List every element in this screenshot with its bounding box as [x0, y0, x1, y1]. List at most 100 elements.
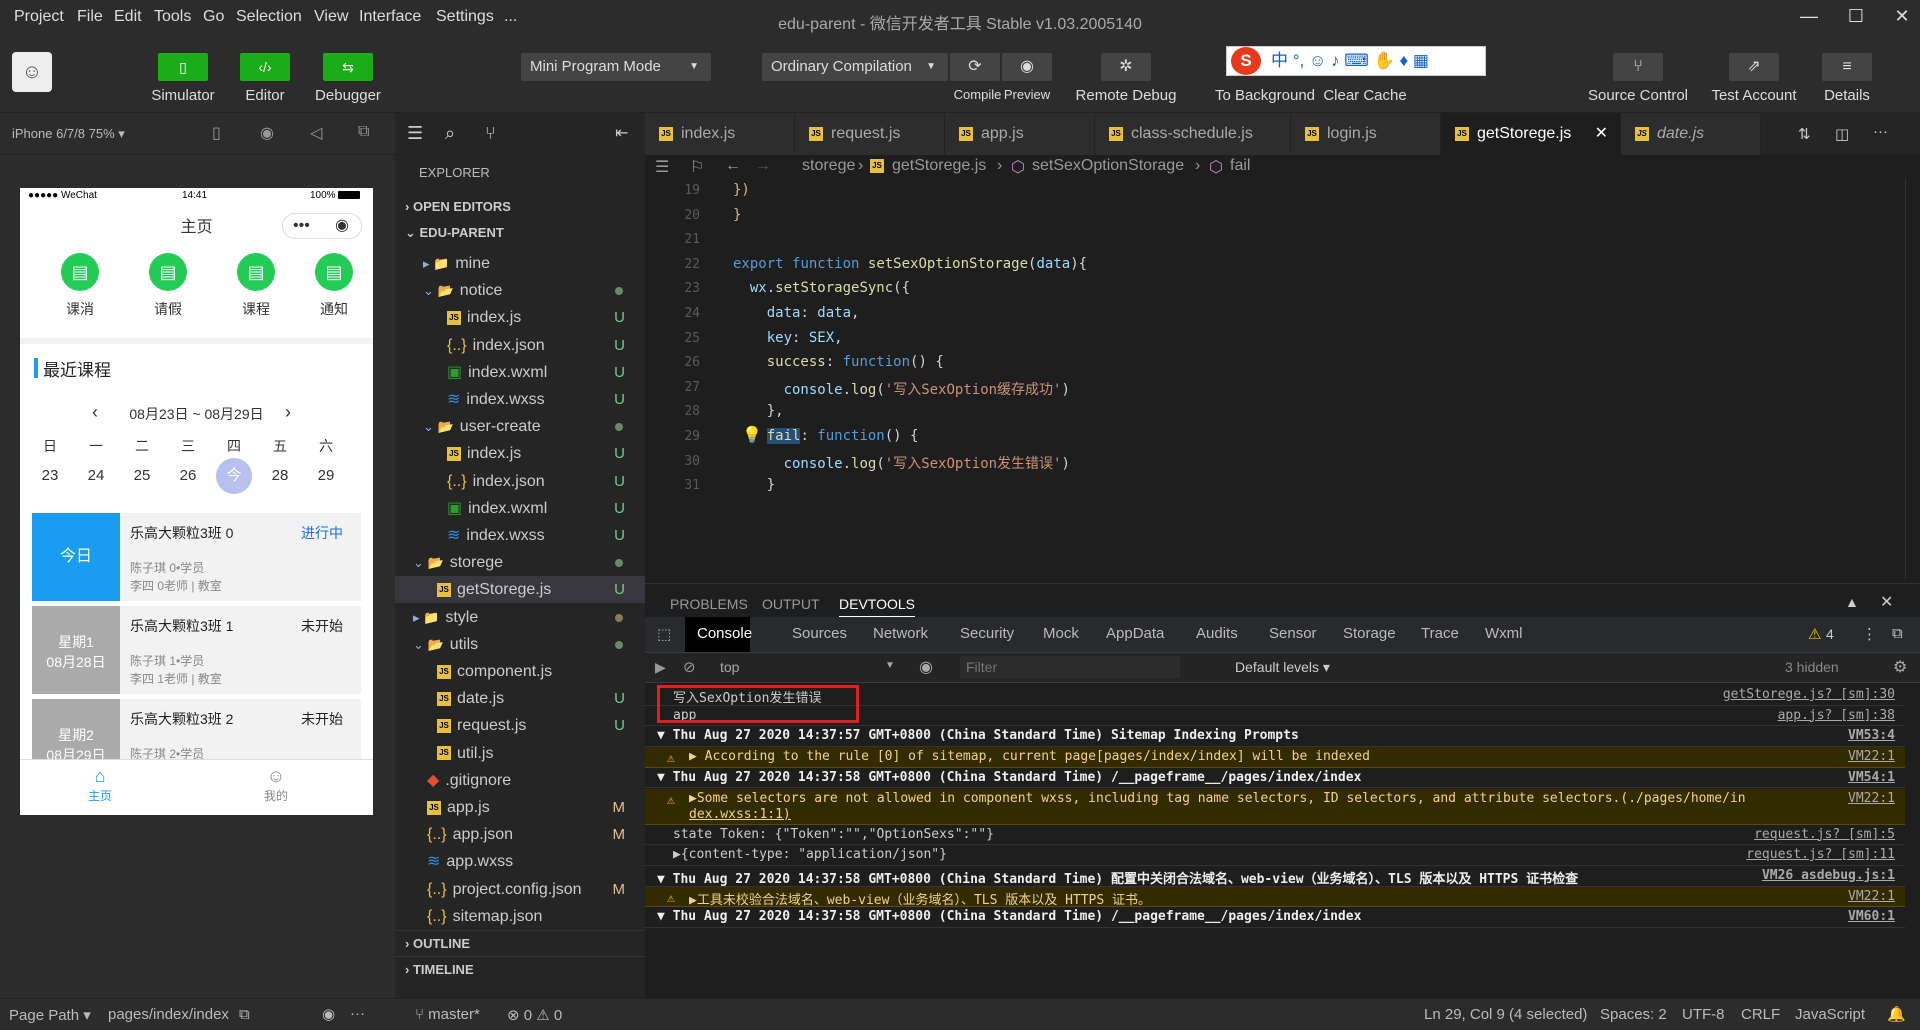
devtab-console[interactable]: Console [697, 625, 752, 642]
menu-interface[interactable]: Interface [359, 8, 421, 26]
language-status[interactable]: JavaScript [1795, 1006, 1865, 1023]
tab-index-js[interactable]: JS index.js [645, 113, 795, 155]
editor-label[interactable]: Editor [225, 87, 305, 104]
day-cell[interactable]: 25 [124, 458, 160, 494]
test-account-icon[interactable]: ⇗ [1729, 53, 1779, 81]
debugger-label[interactable]: Debugger [303, 87, 393, 104]
test-account-label[interactable]: Test Account [1704, 87, 1804, 104]
cursor-position[interactable]: Ln 29, Col 9 (4 selected) [1424, 1006, 1587, 1023]
list-icon[interactable]: ☰ [655, 157, 669, 177]
open-editors-header[interactable]: › OPEN EDITORS [395, 194, 645, 220]
devtab-appdata[interactable]: AppData [1106, 625, 1164, 642]
menu-go[interactable]: Go [203, 8, 224, 26]
course-card[interactable]: 星期2 08月29日 乐高大颗粒3班 2 未开始 陈子琪 2•学员 [32, 699, 361, 759]
eol-status[interactable]: CRLF [1741, 1006, 1780, 1023]
bug-icon[interactable]: ✲ [1101, 53, 1151, 81]
details-icon[interactable]: ≡ [1822, 53, 1872, 81]
refresh-icon[interactable]: ⟳ [950, 53, 1000, 81]
tree-file[interactable]: JS app.js M [395, 794, 645, 821]
tree-folder[interactable]: ⌄ 📂 notice [395, 277, 645, 304]
menu-view[interactable]: View [314, 8, 348, 26]
console-group[interactable]: ▼ Thu Aug 27 2020 14:37:58 GMT+0800 (Chi… [645, 866, 1905, 887]
gear-icon[interactable]: ⚙ [1893, 657, 1907, 677]
code-editor[interactable]: 19 20 21 22 23 24 25 26 27 28 29 30 31 }) } export f… [645, 179, 1920, 579]
day-cell[interactable]: 26 [170, 458, 206, 494]
console-source-link[interactable]: request.js? [sm]:5 [1754, 827, 1895, 842]
page-path-select[interactable]: Page Path ▾ [9, 1006, 91, 1024]
project-header[interactable]: ⌄ EDU-PARENT [395, 220, 645, 246]
console-source-link[interactable]: VM53:4 [1848, 728, 1895, 743]
console-source-link[interactable]: request.js? [sm]:11 [1746, 847, 1895, 862]
inspect-icon[interactable]: ⬚ [657, 625, 671, 643]
tree-folder[interactable]: ▸ 📁 mine [395, 250, 645, 277]
devtab-network[interactable]: Network [873, 625, 928, 642]
eye-icon[interactable]: ◉ [919, 657, 933, 677]
simulator-icon[interactable]: ▯ [158, 53, 208, 81]
warning-count[interactable]: 4 [1826, 626, 1834, 642]
close-tab-icon[interactable]: ✕ [1595, 113, 1608, 155]
undock-icon[interactable]: ⧉ [1892, 625, 1903, 642]
tab-output[interactable]: OUTPUT [762, 596, 820, 612]
kebab-menu-icon[interactable]: ⋮ [1862, 625, 1877, 643]
console-source-link[interactable]: VM22:1 [1848, 889, 1895, 904]
maximize-icon[interactable]: ☐ [1842, 6, 1870, 32]
editor-icon[interactable]: ‹/› [240, 53, 290, 81]
console-filter-input[interactable] [960, 656, 1180, 678]
day-cell[interactable]: 24 [78, 458, 114, 494]
day-cell[interactable]: 23 [32, 458, 68, 494]
console-source-link[interactable]: VM60:1 [1848, 909, 1895, 924]
eye-icon[interactable]: ◉ [1002, 53, 1052, 81]
tab-login-js[interactable]: JS login.js [1291, 113, 1441, 155]
popout-icon[interactable]: ⧉ [358, 123, 369, 141]
tree-file[interactable]: ≋ index.wxss U [395, 522, 645, 549]
course-card[interactable]: 今日 乐高大颗粒3班 0 进行中 陈子琪 0•学员 李四 0老师 | 教室 [32, 513, 361, 601]
menu-more[interactable]: ... [504, 8, 517, 26]
menu-edit[interactable]: Edit [114, 8, 142, 26]
tab-getstorege-js[interactable]: JS getStorege.js ✕ [1441, 113, 1621, 155]
mode-select[interactable]: Mini Program Mode ▼ [521, 53, 711, 81]
problems-status[interactable]: ⊗ 0 ⚠ 0 [507, 1006, 562, 1024]
close-panel-icon[interactable]: ✕ [1880, 592, 1893, 612]
compile-label[interactable]: Compile [950, 87, 1005, 102]
branch-icon[interactable]: ⑂ [485, 123, 496, 144]
tree-file[interactable]: {..} index.json U [395, 468, 645, 495]
tab-mine[interactable]: ☺ 我的 [246, 766, 306, 804]
forward-icon[interactable]: → [755, 157, 771, 175]
tab-date-js[interactable]: JS date.js [1621, 113, 1761, 155]
tree-file[interactable]: JS index.js U [395, 304, 645, 331]
menu-settings[interactable]: Settings [436, 8, 494, 26]
remote-debug-label[interactable]: Remote Debug [1071, 87, 1181, 104]
avatar[interactable]: ☺ [12, 52, 52, 92]
menu-selection[interactable]: Selection [236, 8, 302, 26]
console-group[interactable]: ▼ Thu Aug 27 2020 14:37:58 GMT+0800 (Chi… [645, 907, 1905, 928]
bell-icon[interactable]: 🔔 [1887, 1005, 1906, 1023]
tree-file[interactable]: JS index.js U [395, 440, 645, 467]
close-icon[interactable]: ✕ [1888, 6, 1916, 32]
devtab-audits[interactable]: Audits [1196, 625, 1238, 642]
source-control-label[interactable]: Source Control [1583, 87, 1693, 104]
tree-file[interactable]: ≋ app.wxss [395, 848, 645, 875]
devtab-trace[interactable]: Trace [1421, 625, 1459, 642]
to-background-label[interactable]: To Background [1195, 87, 1335, 104]
sidebar-toggle-icon[interactable]: ▶ [655, 659, 666, 676]
console-message[interactable]: ▶{content-type: "application/json"} reque… [645, 845, 1905, 866]
details-label[interactable]: Details [1812, 87, 1882, 104]
tree-file[interactable]: JS request.js U [395, 712, 645, 739]
encoding-status[interactable]: UTF-8 [1682, 1006, 1725, 1023]
phone-icon[interactable]: ▯ [212, 123, 221, 143]
tree-file[interactable]: JS util.js [395, 740, 645, 767]
compare-icon[interactable]: ⇅ [1798, 125, 1811, 143]
copy-icon[interactable]: ⧉ [239, 1006, 250, 1023]
bookmark-icon[interactable]: ⚐ [690, 157, 704, 177]
devtab-security[interactable]: Security [960, 625, 1014, 642]
clear-cache-label[interactable]: Clear Cache [1315, 87, 1415, 104]
maximize-panel-icon[interactable]: ▲ [1845, 594, 1859, 610]
device-select[interactable]: iPhone 6/7/8 75% ▾ [12, 126, 125, 142]
tree-file[interactable]: JS date.js U [395, 685, 645, 712]
console-group[interactable]: ▼ Thu Aug 27 2020 14:37:58 GMT+0800 (Chi… [645, 768, 1905, 789]
capsule-button[interactable]: ••• ◉ [282, 213, 362, 239]
console-warning[interactable]: ⚠ ▶Some selectors are not allowed in comp… [645, 788, 1905, 825]
tree-file[interactable]: ▣ index.wxml U [395, 495, 645, 522]
tree-file[interactable]: ◆ .gitignore [395, 767, 645, 794]
simulator-label[interactable]: Simulator [143, 87, 223, 104]
